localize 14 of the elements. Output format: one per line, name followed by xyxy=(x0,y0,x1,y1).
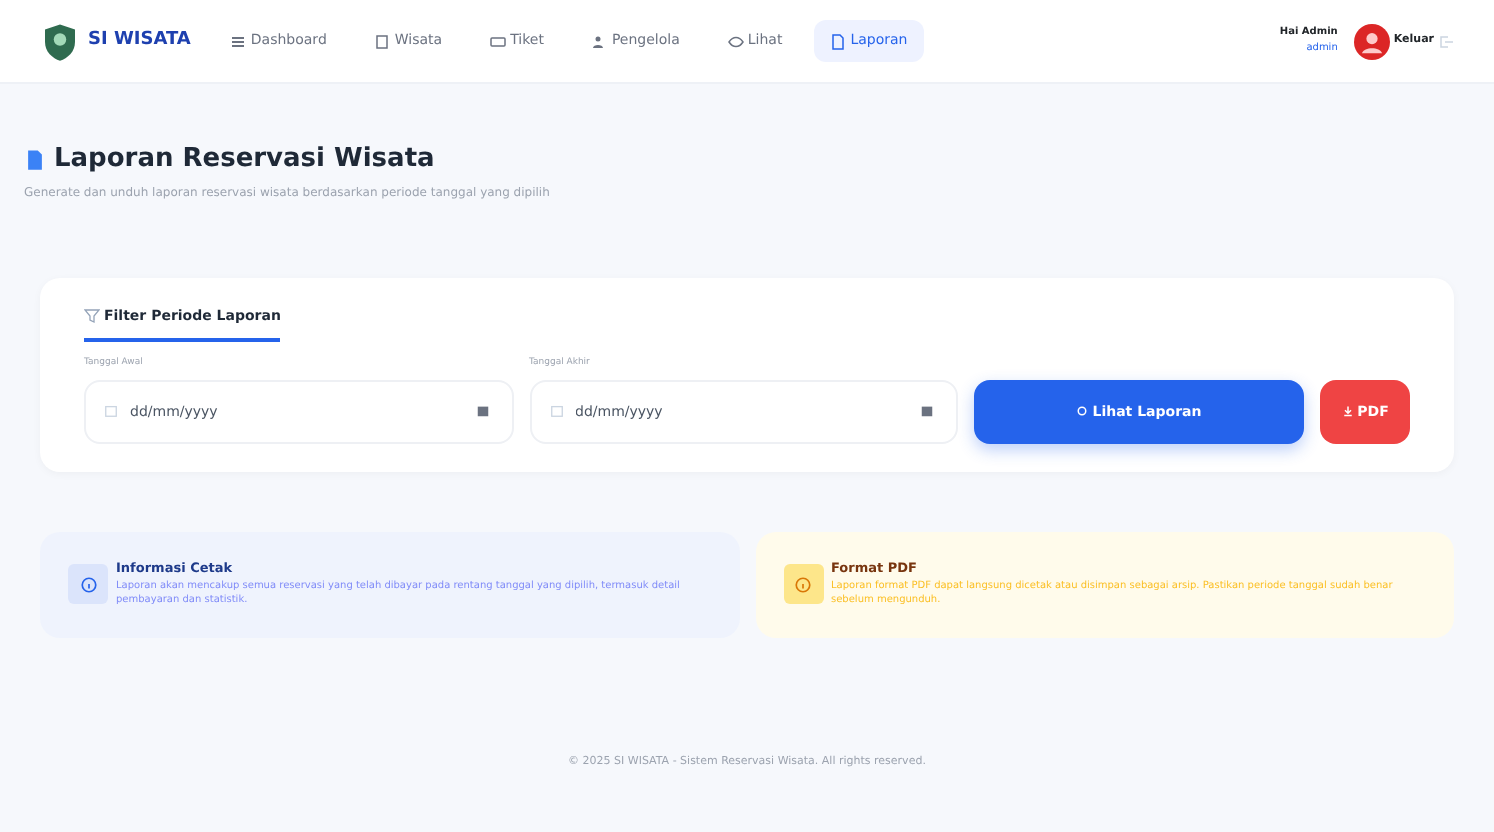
avatar-icon xyxy=(1353,23,1390,59)
brand-name: SI WISATA xyxy=(88,27,191,54)
users-icon xyxy=(591,33,608,49)
info-icon xyxy=(794,575,812,594)
logout-icon xyxy=(1438,33,1454,49)
document-icon xyxy=(24,147,46,172)
menu-icon xyxy=(230,33,247,49)
document-icon xyxy=(830,33,847,49)
page-title: Laporan Reservasi Wisata xyxy=(54,142,435,178)
info-icon xyxy=(79,575,97,594)
shield-logo-icon xyxy=(40,19,80,63)
filter-icon xyxy=(84,307,100,324)
eye-icon xyxy=(727,33,744,49)
download-icon xyxy=(1341,404,1354,419)
